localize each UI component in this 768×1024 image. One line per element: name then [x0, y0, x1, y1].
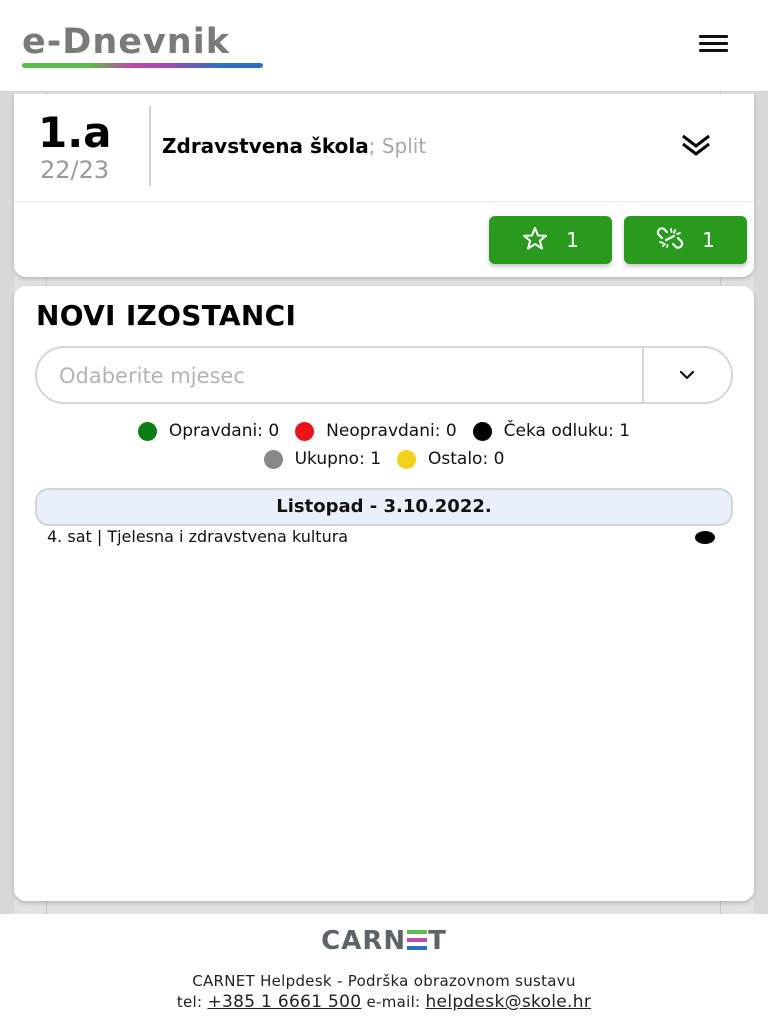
e-dnevnik-logo[interactable]: e-Dnevnik — [22, 22, 230, 62]
legend-dot — [263, 449, 283, 469]
class-divider — [149, 106, 151, 186]
legend-item-ostalo: Ostalo: 0 — [397, 449, 504, 469]
school-city: ; Split — [368, 134, 427, 158]
email-label: e-mail: — [366, 993, 421, 1011]
legend-label: Neopravdani: 0 — [326, 421, 457, 441]
legend-item-ceka-odluku: Čeka odluku: 1 — [472, 421, 631, 441]
star-count: 1 — [566, 228, 579, 252]
legend-dot — [472, 421, 492, 441]
class-name: 1.a — [38, 108, 112, 157]
absence-status-dot — [695, 531, 715, 544]
app-header: e-Dnevnik — [0, 0, 768, 92]
legend-label: Čeka odluku: 1 — [503, 421, 631, 441]
legend-label: Ukupno: 1 — [294, 449, 382, 469]
phone-link[interactable]: +385 1 6661 500 — [207, 992, 361, 1012]
menu-line — [699, 35, 728, 38]
card-separator — [14, 201, 754, 202]
legend-dot — [295, 421, 315, 441]
carnet-logo: CARN T — [0, 926, 768, 956]
carnet-logo-text: CARN T — [321, 926, 447, 956]
contact-line: tel: +385 1 6661 500 e-mail: helpdesk@sk… — [0, 992, 768, 1012]
school-info: Zdravstvena škola; Split — [162, 134, 426, 158]
tel-label: tel: — [176, 993, 203, 1011]
legend-dot — [137, 421, 157, 441]
legend-row: Opravdani: 0 Neopravdani: 0 Čeka odluku:… — [14, 421, 754, 441]
carnet-e-glyph — [407, 930, 428, 950]
menu-line — [699, 42, 728, 45]
star-icon — [522, 226, 548, 255]
helpdesk-line: CARNET Helpdesk - Podrška obrazovnom sus… — [192, 972, 576, 990]
double-chevron-down-icon[interactable] — [680, 132, 712, 158]
legend-row: Ukupno: 1 Ostalo: 0 — [14, 449, 754, 469]
legend-item-ukupno: Ukupno: 1 — [263, 449, 382, 469]
section-title: NOVI IZOSTANCI — [36, 299, 297, 332]
legend-item-opravdani: Opravdani: 0 — [137, 421, 280, 441]
star-button[interactable]: 1 — [489, 216, 612, 264]
broken-link-button[interactable]: 1 — [624, 216, 747, 264]
legend-dot — [397, 449, 417, 469]
absence-item[interactable]: 4. sat | Tjelesna i zdravstvena kultura — [47, 527, 717, 549]
broken-link-count: 1 — [702, 228, 715, 252]
hamburger-menu-icon[interactable] — [699, 35, 728, 53]
select-divider — [642, 348, 644, 402]
email-link[interactable]: helpdesk@skole.hr — [425, 992, 591, 1012]
absences-card: NOVI IZOSTANCI Odaberite mjesec Opravdan… — [14, 286, 754, 901]
class-card: 1.a 22/23 Zdravstvena škola; Split 1 1 — [14, 94, 754, 277]
logo-color-bar — [22, 63, 263, 68]
absence-item-text: 4. sat | Tjelesna i zdravstvena kultura — [47, 527, 349, 546]
school-name: Zdravstvena škola — [162, 134, 369, 158]
month-select-placeholder: Odaberite mjesec — [59, 364, 245, 388]
month-select[interactable]: Odaberite mjesec — [35, 346, 733, 404]
legend-label: Ostalo: 0 — [428, 449, 505, 469]
date-group-header[interactable]: Listopad - 3.10.2022. — [35, 488, 733, 526]
chevron-down-icon[interactable] — [677, 367, 697, 383]
legend-label: Opravdani: 0 — [168, 421, 280, 441]
legend-item-neopravdani: Neopravdani: 0 — [295, 421, 457, 441]
footer: CARN T CARNET Helpdesk - Podrška obrazovn… — [0, 914, 768, 1024]
menu-line — [699, 49, 728, 52]
broken-link-icon — [656, 226, 684, 255]
school-year: 22/23 — [40, 156, 110, 184]
